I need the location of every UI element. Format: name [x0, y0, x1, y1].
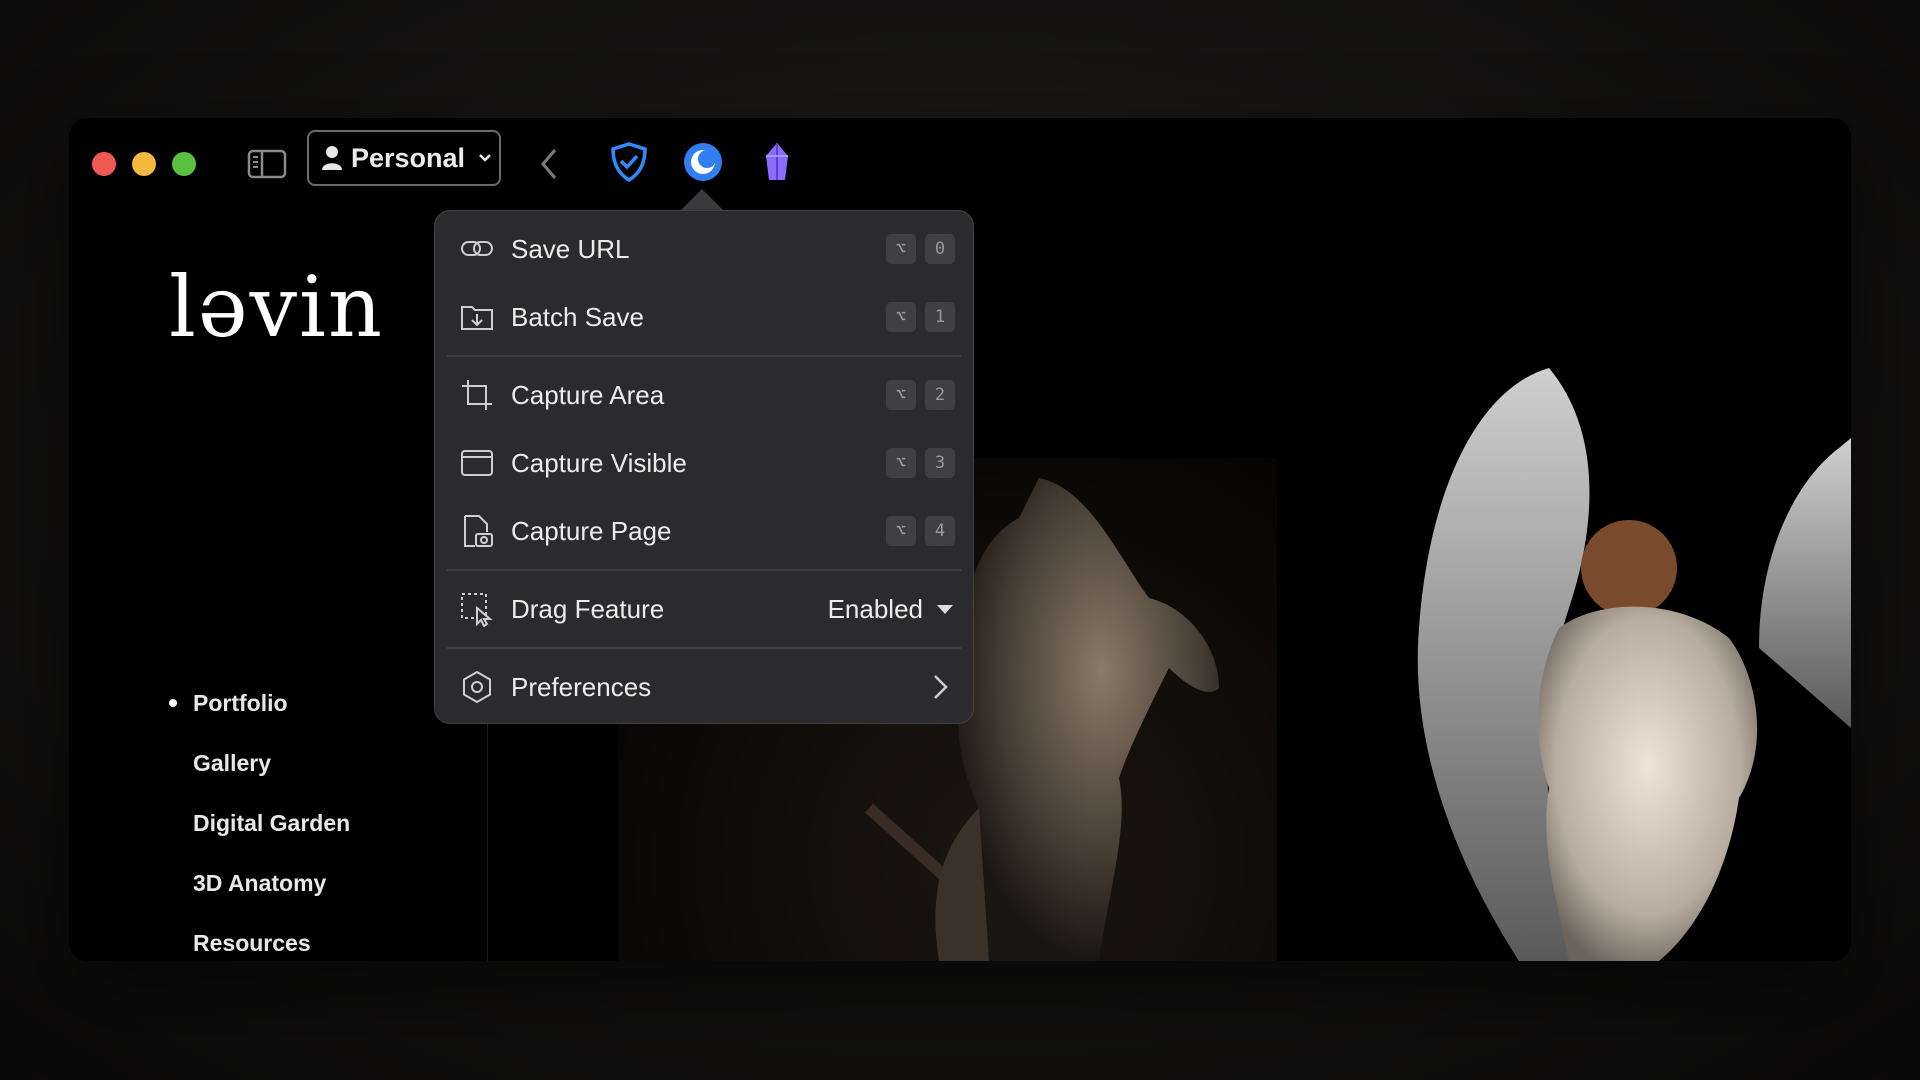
shortcut-keys: ⌥ 3 [877, 448, 955, 478]
person-icon [322, 146, 342, 170]
shortcut-keys: ⌥ 4 [877, 516, 955, 546]
capture-extension-menu: Save URL ⌥ 0 Batch Save ⌥ 1 Capture Area… [434, 210, 974, 724]
menu-item-label: Capture Page [511, 515, 672, 546]
menu-item-preferences[interactable]: Preferences [447, 653, 961, 721]
link-icon [461, 241, 493, 256]
shortcut-key: 3 [925, 448, 955, 478]
menu-item-batch-save[interactable]: Batch Save ⌥ 1 [447, 283, 961, 351]
menu-item-save-url[interactable]: Save URL ⌥ 0 [447, 215, 961, 283]
menu-item-drag-feature[interactable]: Drag Feature Enabled [447, 575, 961, 643]
menu-item-label: Capture Area [511, 379, 665, 410]
menu-item-capture-visible[interactable]: Capture Visible ⌥ 3 [447, 429, 961, 497]
nav-item-gallery[interactable]: Gallery [169, 733, 350, 793]
nav-item-portfolio[interactable]: Portfolio [169, 673, 350, 733]
menu-caret [680, 189, 724, 211]
drag-feature-value: Enabled [827, 593, 923, 624]
menu-item-label: Batch Save [511, 301, 644, 332]
shortcut-keys: ⌥ 1 [877, 302, 955, 332]
page-camera-icon [464, 515, 493, 547]
option-key: ⌥ [886, 448, 916, 478]
site-logo[interactable]: ləvin [169, 258, 384, 356]
site-nav: Portfolio Gallery Digital Garden 3D Anat… [169, 673, 350, 961]
extension-capture-button[interactable] [681, 140, 725, 184]
profile-switcher-button[interactable]: Personal [307, 130, 501, 186]
crop-icon [462, 380, 492, 410]
folder-download-icon [461, 306, 493, 330]
option-key: ⌥ [886, 516, 916, 546]
back-button[interactable] [535, 144, 565, 184]
sidebar-divider [487, 718, 488, 961]
sidebar-icon [247, 149, 287, 179]
shortcut-keys: ⌥ 0 [877, 234, 955, 264]
shortcut-key: 0 [925, 234, 955, 264]
menu-item-label: Drag Feature [511, 593, 665, 624]
menu-item-label: Capture Visible [511, 447, 687, 478]
menu-separator [447, 355, 961, 357]
browser-window: Personal ləvin Portfolio Gallery Digital… [69, 118, 1851, 961]
maximize-window-button[interactable] [172, 152, 196, 176]
option-key: ⌥ [886, 302, 916, 332]
triangle-down-icon [937, 604, 953, 614]
option-key: ⌥ [886, 234, 916, 264]
angel-statue-image [1417, 368, 1851, 961]
minimize-window-button[interactable] [132, 152, 156, 176]
nav-item-resources[interactable]: Resources [169, 913, 350, 961]
shortcut-key: 1 [925, 302, 955, 332]
gear-hexagon-icon [463, 670, 491, 704]
menu-item-label: Save URL [511, 233, 630, 264]
extension-shield-button[interactable] [607, 140, 651, 184]
menu-separator [447, 647, 961, 649]
drag-select-icon [461, 593, 493, 627]
menu-item-label: Preferences [511, 671, 652, 702]
close-window-button[interactable] [92, 152, 116, 176]
menu-separator [447, 569, 961, 571]
nav-item-3d-anatomy[interactable]: 3D Anatomy [169, 853, 350, 913]
profile-label: Personal [351, 142, 466, 173]
chevron-down-icon [479, 154, 491, 162]
crystal-icon [766, 143, 788, 180]
sidebar-toggle-button[interactable] [247, 148, 287, 180]
option-key: ⌥ [886, 380, 916, 410]
shield-check-icon [611, 142, 647, 183]
extension-crystal-button[interactable] [755, 140, 799, 184]
chevron-right-icon [934, 675, 948, 699]
chevron-left-icon [541, 149, 557, 179]
menu-item-capture-area[interactable]: Capture Area ⌥ 2 [447, 361, 961, 429]
drag-feature-select[interactable]: Enabled [828, 594, 953, 625]
menu-item-capture-page[interactable]: Capture Page ⌥ 4 [447, 497, 961, 565]
capture-extension-icon [684, 143, 722, 181]
shortcut-key: 2 [925, 380, 955, 410]
shortcut-keys: ⌥ 2 [877, 380, 955, 410]
browser-window-icon [461, 450, 493, 476]
shortcut-key: 4 [925, 516, 955, 546]
nav-item-digital-garden[interactable]: Digital Garden [169, 793, 350, 853]
